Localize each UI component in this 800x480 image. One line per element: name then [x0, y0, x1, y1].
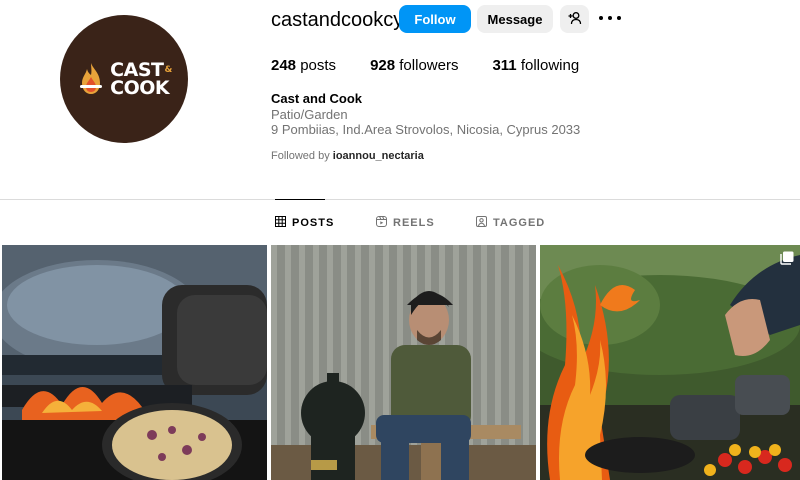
more-options-icon[interactable]: [599, 10, 621, 26]
suggested-users-button[interactable]: [560, 5, 589, 33]
posts-count: 248: [271, 57, 297, 74]
tagged-icon: [476, 216, 487, 230]
followers-stat[interactable]: 928 followers: [370, 57, 458, 74]
post-thumbnail-1[interactable]: [2, 245, 267, 480]
post-image-outdoor-fire: [540, 245, 800, 480]
tab-posts[interactable]: POSTS: [275, 216, 334, 230]
following-stat-label: following: [520, 57, 580, 74]
profile-full-name: Cast and Cook: [271, 91, 363, 106]
followers-stat-label: followers: [399, 57, 459, 74]
flame-icon: [76, 61, 106, 97]
follow-button[interactable]: Follow: [399, 5, 471, 33]
active-tab-indicator: [275, 199, 325, 200]
post-thumbnail-2[interactable]: [271, 245, 536, 480]
following-count: 311: [492, 57, 517, 74]
following-stat[interactable]: 311 following: [492, 57, 579, 74]
multiple-photos-icon: [780, 251, 794, 270]
followers-count: 928: [370, 57, 396, 74]
followed-by-user-link[interactable]: ioannou_nectaria: [333, 150, 424, 162]
followed-by: Followed by ioannou_nectaria: [271, 150, 424, 162]
posts-stat: 248 posts: [271, 57, 336, 74]
profile-stats: 248 posts 928 followers 311 following: [271, 57, 613, 74]
add-user-icon: [568, 11, 582, 28]
logo-word-cook: COOK: [110, 77, 170, 99]
tab-posts-label: POSTS: [292, 217, 335, 229]
posts-stat-label: posts: [300, 57, 337, 74]
profile-address: 9 Pombiias, Ind.Area Strovolos, Nicosia,…: [271, 122, 581, 137]
logo-ampersand: &: [164, 65, 172, 75]
post-image-man-grill: [271, 245, 536, 480]
grid-icon: [275, 216, 286, 230]
profile-username: castandcookcy: [271, 9, 404, 31]
followed-by-prefix: Followed by: [271, 150, 330, 162]
tab-tagged[interactable]: TAGGED: [476, 216, 545, 230]
reels-icon: [376, 216, 387, 230]
tab-tagged-label: TAGGED: [493, 217, 546, 229]
brand-logo: CAST& COOK: [76, 61, 172, 99]
post-thumbnail-3[interactable]: [540, 245, 800, 480]
profile-avatar[interactable]: CAST& COOK: [60, 15, 188, 143]
tab-reels[interactable]: REELS: [376, 216, 435, 230]
tabs-divider: [0, 199, 800, 200]
message-button[interactable]: Message: [477, 5, 553, 33]
profile-category: Patio/Garden: [271, 107, 348, 122]
post-image-dutch-oven: [2, 245, 267, 480]
tab-reels-label: REELS: [393, 217, 435, 229]
